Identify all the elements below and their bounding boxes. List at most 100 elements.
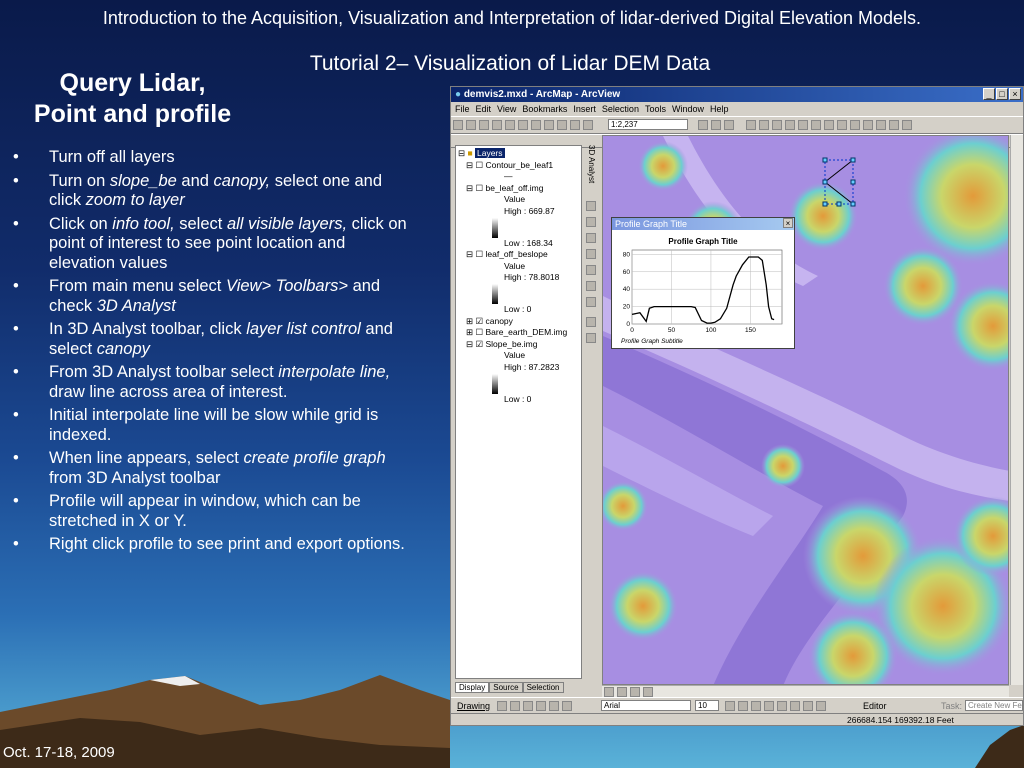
profile-graph-window[interactable]: Profile Graph Title × Profile Graph Titl… bbox=[611, 217, 795, 349]
pan-icon[interactable] bbox=[745, 120, 756, 130]
expand-icon[interactable]: ⊟ bbox=[466, 160, 473, 170]
task-select[interactable]: Create New Feature bbox=[965, 700, 1023, 711]
toc-legend-entry: High : 78.8018 bbox=[504, 272, 560, 283]
zoom-to-selected-icon[interactable] bbox=[523, 701, 533, 711]
editor-menu[interactable]: Editor bbox=[863, 701, 887, 711]
undo-icon[interactable] bbox=[557, 120, 567, 130]
menu-item-insert[interactable]: Insert bbox=[573, 104, 596, 114]
select-features-icon[interactable] bbox=[836, 120, 847, 130]
marker-color-icon[interactable] bbox=[803, 701, 813, 711]
rectangle-icon[interactable] bbox=[536, 701, 546, 711]
toc-layer[interactable]: ⊟ ☐ Contour_be_leaf1 bbox=[458, 160, 579, 172]
menu-item-file[interactable]: File bbox=[455, 104, 470, 114]
cut-icon[interactable] bbox=[505, 120, 515, 130]
close-button[interactable]: × bbox=[1009, 88, 1021, 100]
expand-icon[interactable]: ⊞ bbox=[466, 327, 473, 337]
next-extent-icon[interactable] bbox=[823, 120, 834, 130]
new-icon[interactable] bbox=[453, 120, 463, 130]
toc-layer[interactable]: ⊞ ☑ canopy bbox=[458, 316, 579, 328]
arcglobe-icon[interactable] bbox=[586, 333, 596, 343]
open-icon[interactable] bbox=[466, 120, 476, 130]
font-color-icon[interactable] bbox=[764, 701, 774, 711]
data-view-icon[interactable] bbox=[604, 687, 614, 697]
toc-layer[interactable]: ⊟ ☐ leaf_off_beslope bbox=[458, 249, 579, 261]
expand-icon[interactable]: ⊟ bbox=[466, 339, 473, 349]
full-extent-icon[interactable] bbox=[797, 120, 808, 130]
expand-icon[interactable]: ⊟ bbox=[466, 183, 473, 193]
fill-color-icon[interactable] bbox=[777, 701, 787, 711]
checkbox-icon[interactable]: ☐ bbox=[476, 249, 484, 259]
map-vertical-scrollbar[interactable] bbox=[1010, 135, 1023, 685]
profile-graph-titlebar[interactable]: Profile Graph Title × bbox=[612, 218, 794, 230]
copy-icon[interactable] bbox=[518, 120, 528, 130]
interpolate-line-icon[interactable] bbox=[586, 281, 596, 291]
toc-layer[interactable]: ⊞ ☐ Bare_earth_DEM.img bbox=[458, 327, 579, 339]
checkbox-icon[interactable]: ☐ bbox=[476, 183, 484, 193]
create-profile-graph-icon[interactable] bbox=[586, 297, 596, 307]
redo-icon[interactable] bbox=[570, 120, 580, 130]
checkbox-checked-icon[interactable]: ☑ bbox=[476, 339, 484, 349]
drawing-menu[interactable]: Drawing bbox=[457, 701, 490, 711]
identify-icon[interactable] bbox=[862, 120, 873, 130]
menu-item-bookmarks[interactable]: Bookmarks bbox=[522, 104, 567, 114]
profile-graph-close-button[interactable]: × bbox=[783, 218, 793, 228]
font-name-select[interactable]: Arial bbox=[601, 700, 691, 711]
window-titlebar[interactable]: ● demvis2.mxd - ArcMap - ArcView _ □ × bbox=[451, 87, 1023, 102]
checkbox-icon[interactable]: ☐ bbox=[476, 327, 484, 337]
refresh-icon[interactable] bbox=[630, 687, 640, 697]
toc-tab-source[interactable]: Source bbox=[489, 682, 523, 693]
help-icon[interactable] bbox=[724, 120, 734, 130]
shadow-color-icon[interactable] bbox=[816, 701, 826, 711]
find-icon[interactable] bbox=[875, 120, 886, 130]
bold-icon[interactable] bbox=[725, 701, 735, 711]
print-icon[interactable] bbox=[492, 120, 502, 130]
line-of-sight-icon[interactable] bbox=[586, 249, 596, 259]
arctoolbox-icon[interactable] bbox=[711, 120, 721, 130]
select-pointer-icon[interactable] bbox=[497, 701, 507, 711]
minimize-button[interactable]: _ bbox=[983, 88, 995, 100]
menu-item-help[interactable]: Help bbox=[710, 104, 729, 114]
pause-draw-icon[interactable] bbox=[643, 687, 653, 697]
paste-icon[interactable] bbox=[531, 120, 541, 130]
underline-icon[interactable] bbox=[751, 701, 761, 711]
menu-item-tools[interactable]: Tools bbox=[645, 104, 666, 114]
fixed-zoom-icon[interactable] bbox=[784, 120, 795, 130]
menu-item-edit[interactable]: Edit bbox=[476, 104, 492, 114]
steepest-path-icon[interactable] bbox=[586, 233, 596, 243]
map-scale-input[interactable]: 1:2,237 bbox=[608, 119, 688, 130]
menu-item-selection[interactable]: Selection bbox=[602, 104, 639, 114]
editor-icon[interactable] bbox=[698, 120, 708, 130]
menu-item-window[interactable]: Window bbox=[672, 104, 704, 114]
rotate-icon[interactable] bbox=[510, 701, 520, 711]
previous-extent-icon[interactable] bbox=[810, 120, 821, 130]
arcscene-icon[interactable] bbox=[586, 317, 596, 327]
interpolate-point-icon[interactable] bbox=[586, 265, 596, 275]
contour-icon[interactable] bbox=[586, 217, 596, 227]
line-color-icon[interactable] bbox=[790, 701, 800, 711]
expand-icon[interactable]: ⊟ bbox=[466, 249, 473, 259]
delete-icon[interactable] bbox=[544, 120, 554, 130]
layout-view-icon[interactable] bbox=[617, 687, 627, 697]
text-icon[interactable] bbox=[549, 701, 559, 711]
italic-icon[interactable] bbox=[738, 701, 748, 711]
zoom-in-icon[interactable] bbox=[758, 120, 769, 130]
expand-icon[interactable]: ⊞ bbox=[466, 316, 473, 326]
toc-tab-display[interactable]: Display bbox=[455, 682, 490, 693]
edit-vertices-icon[interactable] bbox=[562, 701, 572, 711]
checkbox-checked-icon[interactable]: ☑ bbox=[476, 316, 484, 326]
toc-tab-selection[interactable]: Selection bbox=[522, 682, 564, 693]
add-data-icon[interactable] bbox=[583, 120, 593, 130]
save-icon[interactable] bbox=[479, 120, 489, 130]
layer-list-icon[interactable] bbox=[586, 201, 596, 211]
measure-icon[interactable] bbox=[888, 120, 899, 130]
menu-item-view[interactable]: View bbox=[497, 104, 516, 114]
zoom-out-icon[interactable] bbox=[771, 120, 782, 130]
toc-layer[interactable]: ⊟ ☑ Slope_be.img bbox=[458, 339, 579, 351]
hyperlink-icon[interactable] bbox=[901, 120, 912, 130]
checkbox-icon[interactable]: ☐ bbox=[476, 160, 484, 170]
font-size-select[interactable]: 10 bbox=[695, 700, 719, 711]
toc-layer[interactable]: ⊟ ☐ be_leaf_off.img bbox=[458, 183, 579, 195]
select-elements-icon[interactable] bbox=[849, 120, 860, 130]
maximize-button[interactable]: □ bbox=[996, 88, 1008, 100]
toc-root-layers[interactable]: ⊟ ■ Layers bbox=[458, 148, 579, 160]
